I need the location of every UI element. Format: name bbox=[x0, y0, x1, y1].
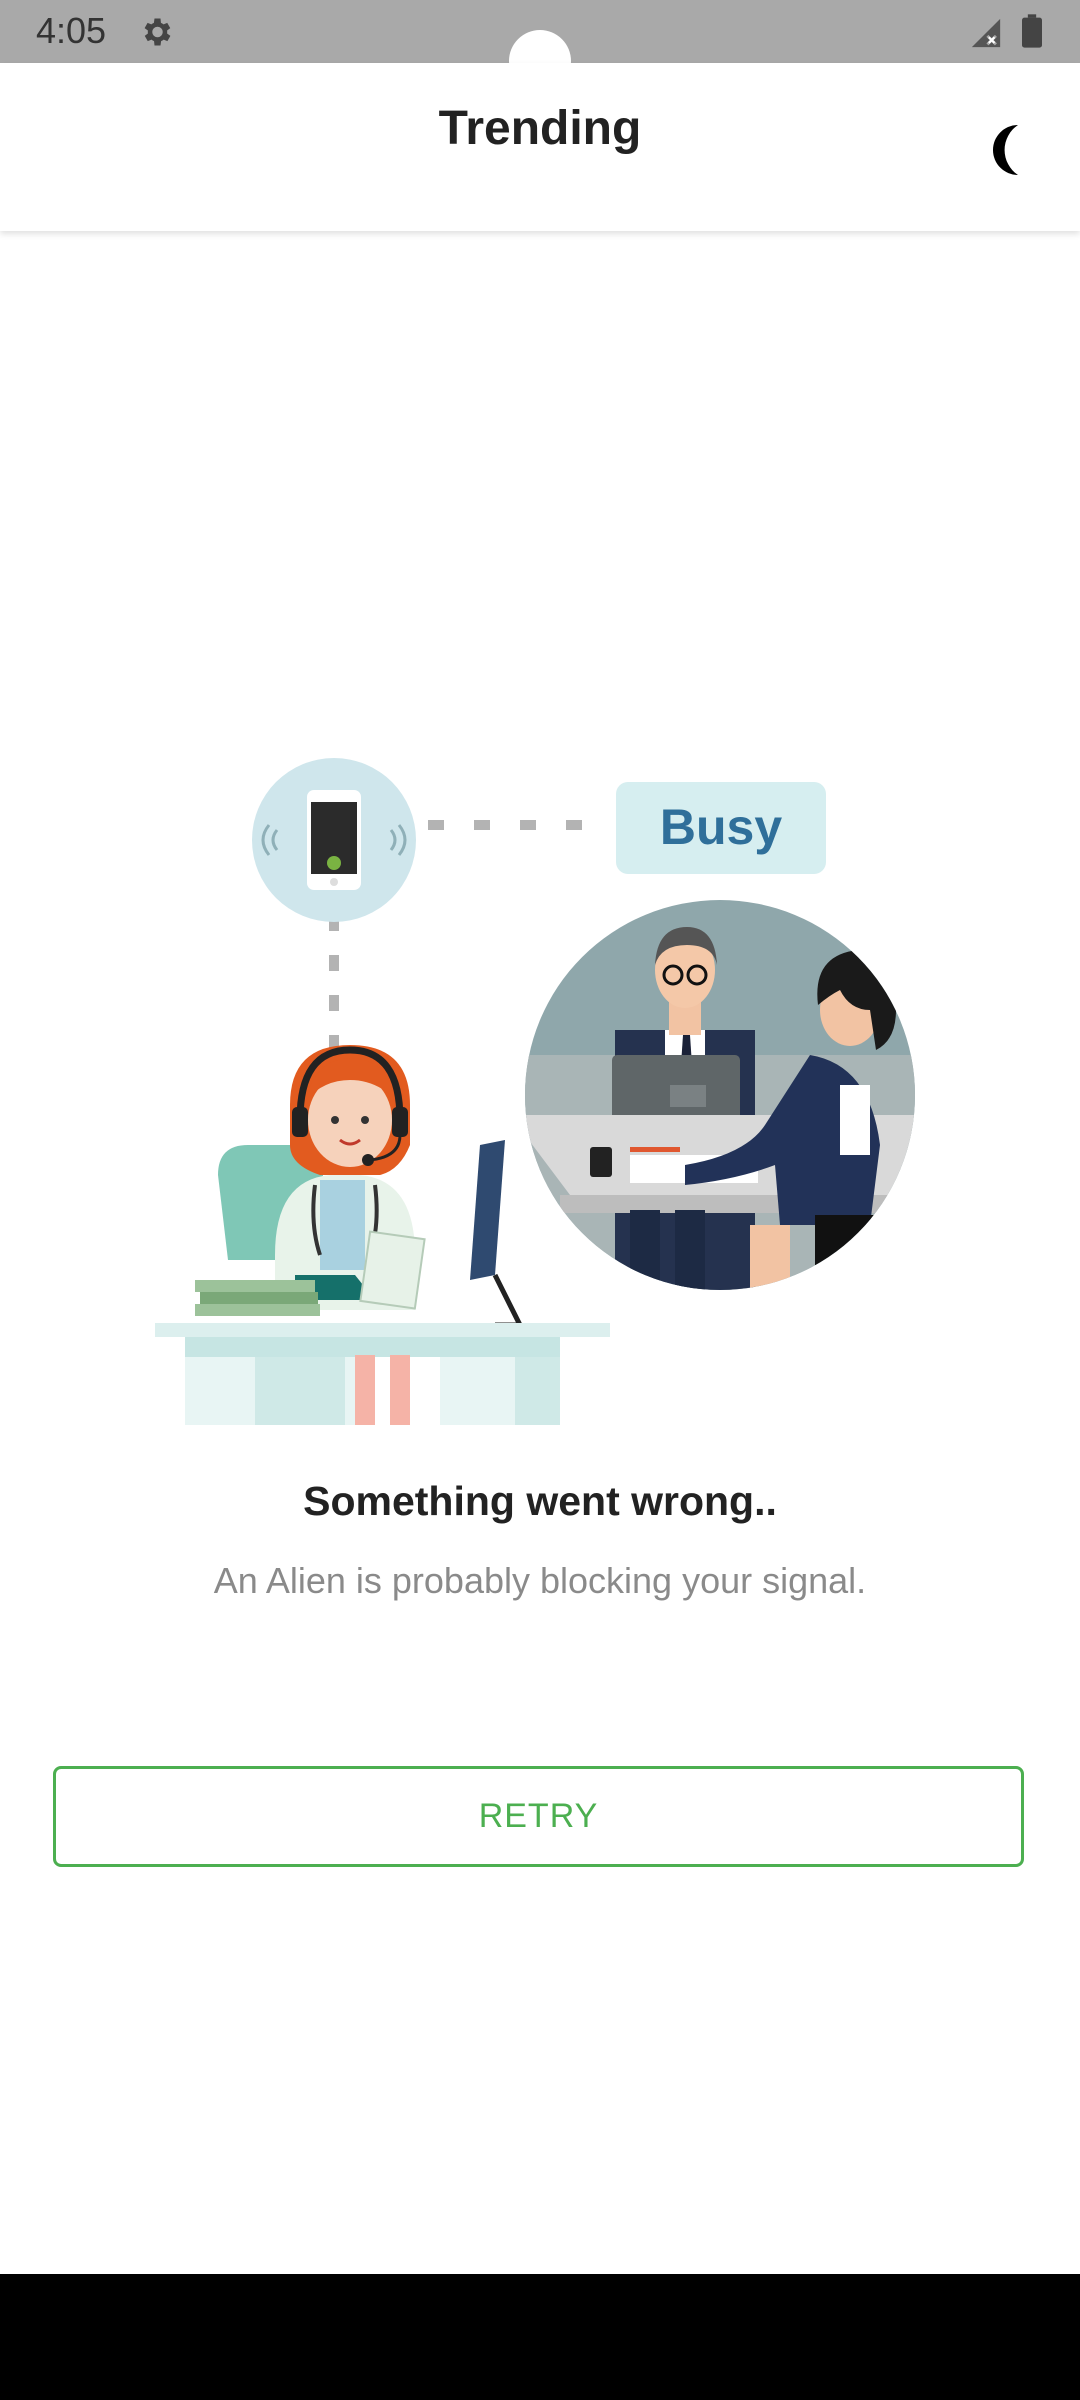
error-title: Something went wrong.. bbox=[303, 1478, 777, 1524]
retry-button[interactable]: RETRY bbox=[53, 1766, 1024, 1867]
busy-badge: Busy bbox=[616, 782, 826, 874]
system-navigation-bar bbox=[0, 2274, 1080, 2400]
meeting-scene bbox=[525, 900, 915, 1290]
moon-icon[interactable] bbox=[978, 121, 1030, 179]
page-title: Trending bbox=[438, 102, 642, 155]
busy-badge-label: Busy bbox=[660, 799, 782, 855]
phone-ringing-icon bbox=[252, 758, 416, 922]
busy-line-illustration: Busy bbox=[155, 758, 915, 1425]
app-bar: Trending bbox=[0, 63, 1080, 231]
error-message: An Alien is probably blocking your signa… bbox=[213, 1560, 867, 1601]
battery-icon bbox=[1022, 14, 1042, 48]
